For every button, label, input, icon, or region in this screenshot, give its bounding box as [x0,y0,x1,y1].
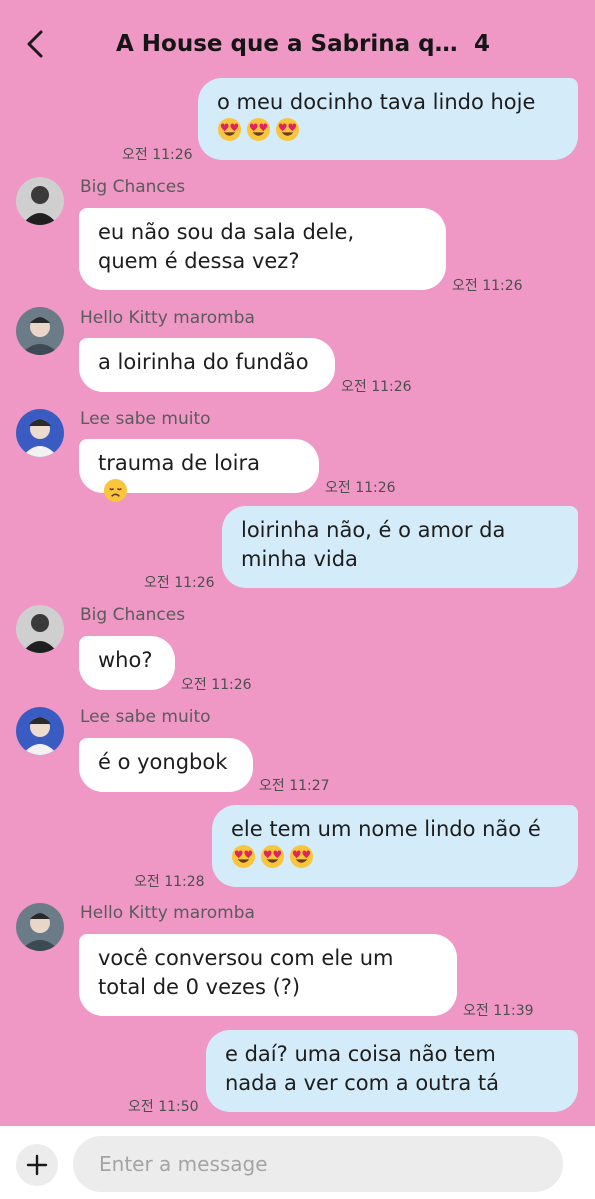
member-count: 4 [474,31,491,57]
chat-title: A House que a Sabrina qu... [116,31,461,57]
chat-header: A House que a Sabrina qu... 4 [0,0,595,88]
sender-name: Hello Kitty maromba [80,903,255,923]
message-text: e daí? uma coisa não tem [225,1042,496,1066]
incoming-message-bubble[interactable]: a loirinha do fundão [79,338,335,392]
message-text: quem é dessa vez? [98,249,300,273]
incoming-message-bubble[interactable]: trauma de loira [79,439,319,503]
outgoing-message-bubble[interactable]: ele tem um nome lindo não é [212,805,578,887]
message-time: 오전 11:26 [452,278,523,294]
message-time: 오전 11:50 [128,1099,199,1115]
message-text: loirinha não, é o amor da [241,518,506,542]
sender-name: Big Chances [80,177,186,197]
message-composer [0,1126,595,1199]
outgoing-message-bubble[interactable]: o meu docinho tava lindo hoje [198,78,578,160]
plus-icon [26,1154,48,1176]
outgoing-message-bubble[interactable]: loirinha não, é o amor da minha vida [222,506,578,588]
sender-name: Hello Kitty maromba [80,308,255,328]
heart-eyes-emoji-icon [231,844,256,869]
message-text: eu não sou da sala dele, [98,220,355,244]
heart-eyes-emoji-icon [260,844,285,869]
message-text: você conversou com ele um [98,946,394,970]
heart-eyes-emoji-icon [275,117,300,142]
sender-name: Big Chances [80,605,186,625]
message-text: minha vida [241,547,358,571]
lee-sabe-muito-avatar[interactable] [16,707,64,755]
message-text: nada a ver com a outra tá [225,1071,499,1095]
big-chances-avatar[interactable] [16,605,64,653]
message-text: o meu docinho tava lindo hoje [217,90,536,114]
incoming-message-bubble[interactable]: você conversou com ele um total de 0 vez… [79,934,457,1016]
incoming-message-bubble[interactable]: who? [79,636,175,690]
message-time: 오전 11:26 [341,379,412,395]
outgoing-message-bubble[interactable]: e daí? uma coisa não tem nada a ver com … [206,1030,578,1112]
emoji-line [231,844,558,873]
message-text: total de 0 vezes (?) [98,975,301,999]
message-text: who? [98,648,153,672]
hello-kitty-maromba-avatar[interactable] [16,903,64,951]
hello-kitty-maromba-avatar[interactable] [16,307,64,355]
message-time: 오전 11:27 [259,778,330,794]
message-time: 오전 11:26 [325,480,396,496]
disappointed-emoji-icon [103,478,128,503]
message-time: 오전 11:26 [144,575,215,591]
message-text: é o yongbok [98,750,228,774]
back-arrow-icon[interactable] [20,24,54,64]
heart-eyes-emoji-icon [217,117,242,142]
incoming-message-bubble[interactable]: eu não sou da sala dele, quem é dessa ve… [79,208,446,290]
sender-name: Lee sabe muito [80,707,211,727]
big-chances-avatar[interactable] [16,177,64,225]
heart-eyes-emoji-icon [289,844,314,869]
incoming-message-bubble[interactable]: é o yongbok [79,738,253,792]
add-attachment-button[interactable] [16,1144,58,1186]
message-time: 오전 11:26 [122,147,193,163]
message-time: 오전 11:26 [181,677,252,693]
message-input[interactable] [73,1136,563,1192]
message-text: trauma de loira [98,451,260,475]
emoji-line [217,117,558,146]
message-time: 오전 11:28 [134,874,205,890]
sender-name: Lee sabe muito [80,409,211,429]
lee-sabe-muito-avatar[interactable] [16,409,64,457]
message-text: a loirinha do fundão [98,350,309,374]
heart-eyes-emoji-icon [246,117,271,142]
message-time: 오전 11:39 [463,1003,534,1019]
message-text: ele tem um nome lindo não é [231,817,541,841]
